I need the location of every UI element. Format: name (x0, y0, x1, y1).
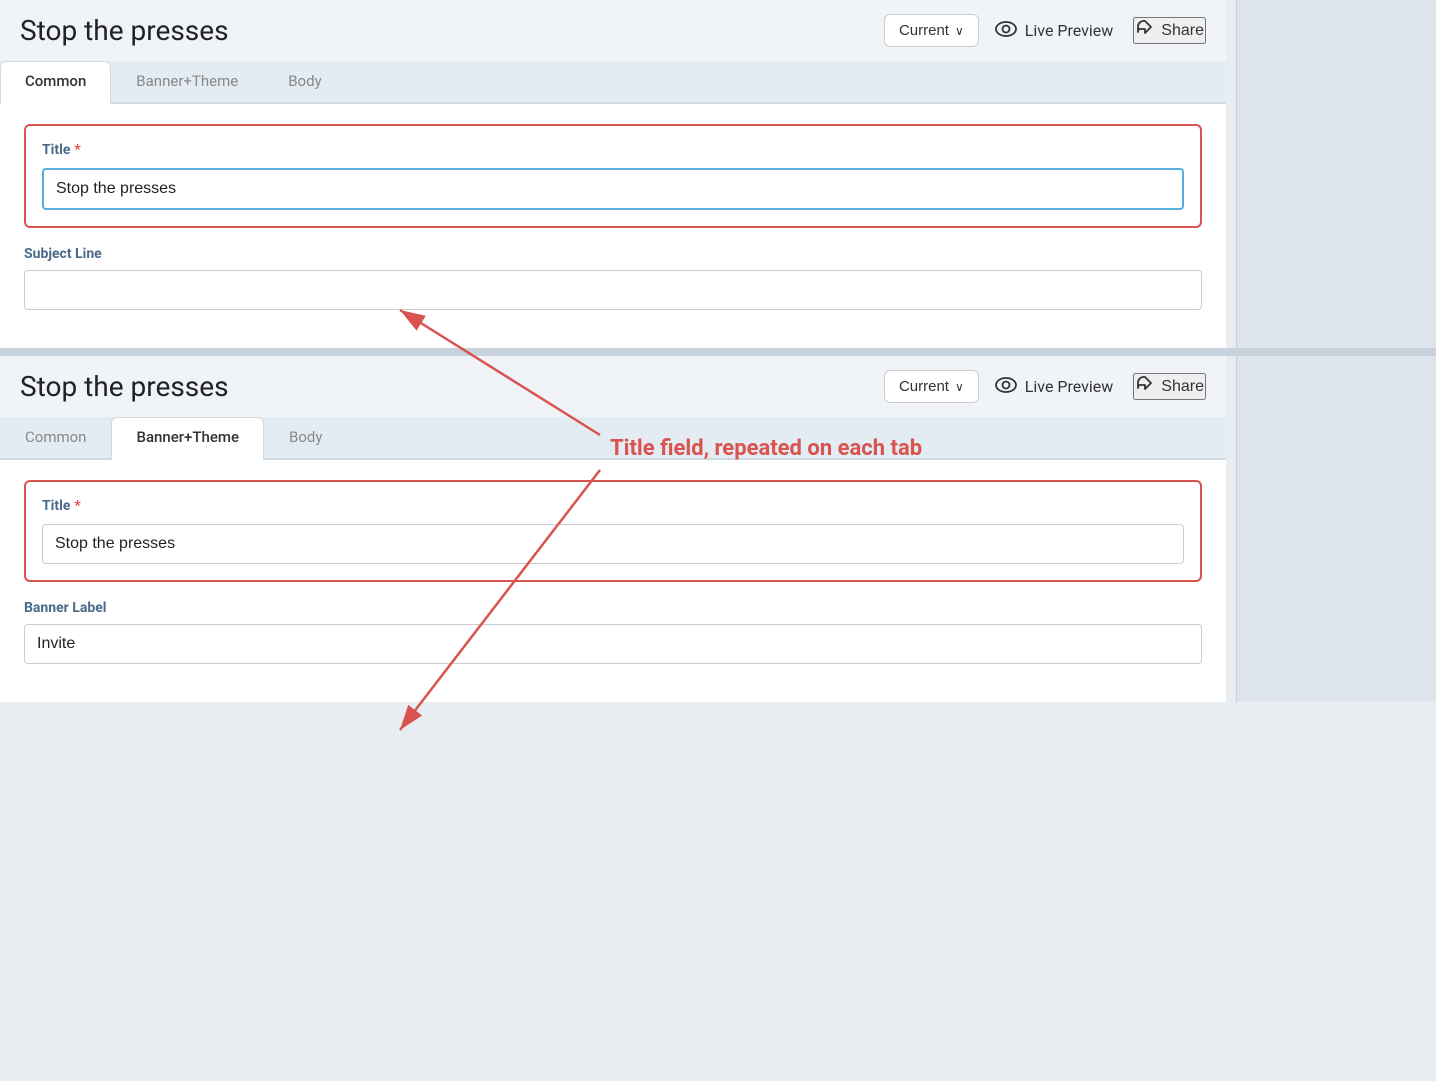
panel-1-header: Stop the presses Current ∨ Live Preview (0, 0, 1226, 61)
live-preview-button-2[interactable]: Live Preview (995, 377, 1114, 397)
tab-banner-theme-2[interactable]: Banner+Theme (111, 417, 264, 460)
panel-2-header: Stop the presses Current ∨ Live Preview (0, 356, 1226, 417)
required-star-2: * (74, 498, 80, 514)
right-sidebar-1 (1236, 0, 1436, 348)
subject-field-group-1: Subject Line (24, 246, 1202, 310)
banner-label-field-group: Banner Label (24, 600, 1202, 664)
title-input-1[interactable] (42, 168, 1184, 210)
title-input-2[interactable] (42, 524, 1184, 564)
tab-body-2[interactable]: Body (264, 417, 347, 458)
tab-common-1[interactable]: Common (0, 61, 111, 104)
panel-2-form: Title * Banner Label (0, 460, 1226, 702)
current-dropdown-1[interactable]: Current ∨ (884, 14, 979, 47)
title-label-1: Title * (42, 142, 1184, 158)
eye-icon-2 (995, 377, 1017, 397)
page-title-1: Stop the presses (20, 14, 868, 47)
share-button-2[interactable]: Share (1133, 373, 1206, 400)
current-dropdown-2[interactable]: Current ∨ (884, 370, 979, 403)
header-actions-1: Live Preview Share (995, 17, 1206, 44)
eye-icon-1 (995, 21, 1017, 41)
share-label-2: Share (1161, 378, 1204, 396)
banner-label-label: Banner Label (24, 600, 1202, 616)
title-field-group-2: Title * (24, 480, 1202, 582)
panel-2-content: Stop the presses Current ∨ Live Preview (0, 356, 1226, 702)
share-button-1[interactable]: Share (1133, 17, 1206, 44)
share-icon-2 (1135, 375, 1153, 398)
right-sidebar-2 (1236, 356, 1436, 702)
current-dropdown-label-2: Current (899, 378, 949, 395)
panel-1-form: Title * Subject Line (0, 104, 1226, 348)
panel-1: Stop the presses Current ∨ Live Preview (0, 0, 1436, 348)
header-actions-2: Live Preview Share (995, 373, 1206, 400)
banner-label-input[interactable] (24, 624, 1202, 664)
live-preview-label-2: Live Preview (1025, 377, 1114, 396)
tab-banner-theme-1[interactable]: Banner+Theme (111, 61, 263, 102)
chevron-down-icon-2: ∨ (955, 380, 964, 394)
title-label-2: Title * (42, 498, 1184, 514)
share-icon-1 (1135, 19, 1153, 42)
page-title-2: Stop the presses (20, 370, 868, 403)
live-preview-label-1: Live Preview (1025, 21, 1114, 40)
share-label-1: Share (1161, 22, 1204, 40)
current-dropdown-label-1: Current (899, 22, 949, 39)
live-preview-button-1[interactable]: Live Preview (995, 21, 1114, 41)
required-star-1: * (74, 142, 80, 158)
tabs-1: Common Banner+Theme Body (0, 61, 1226, 104)
panel-2: Stop the presses Current ∨ Live Preview (0, 356, 1436, 702)
tabs-2: Common Banner+Theme Body (0, 417, 1226, 460)
tab-common-2[interactable]: Common (0, 417, 111, 458)
tab-body-1[interactable]: Body (263, 61, 346, 102)
panel-1-content: Stop the presses Current ∨ Live Preview (0, 0, 1226, 348)
chevron-down-icon-1: ∨ (955, 24, 964, 38)
title-field-group-1: Title * (24, 124, 1202, 228)
panels-divider (0, 348, 1436, 356)
subject-label-1: Subject Line (24, 246, 1202, 262)
subject-input-1[interactable] (24, 270, 1202, 310)
